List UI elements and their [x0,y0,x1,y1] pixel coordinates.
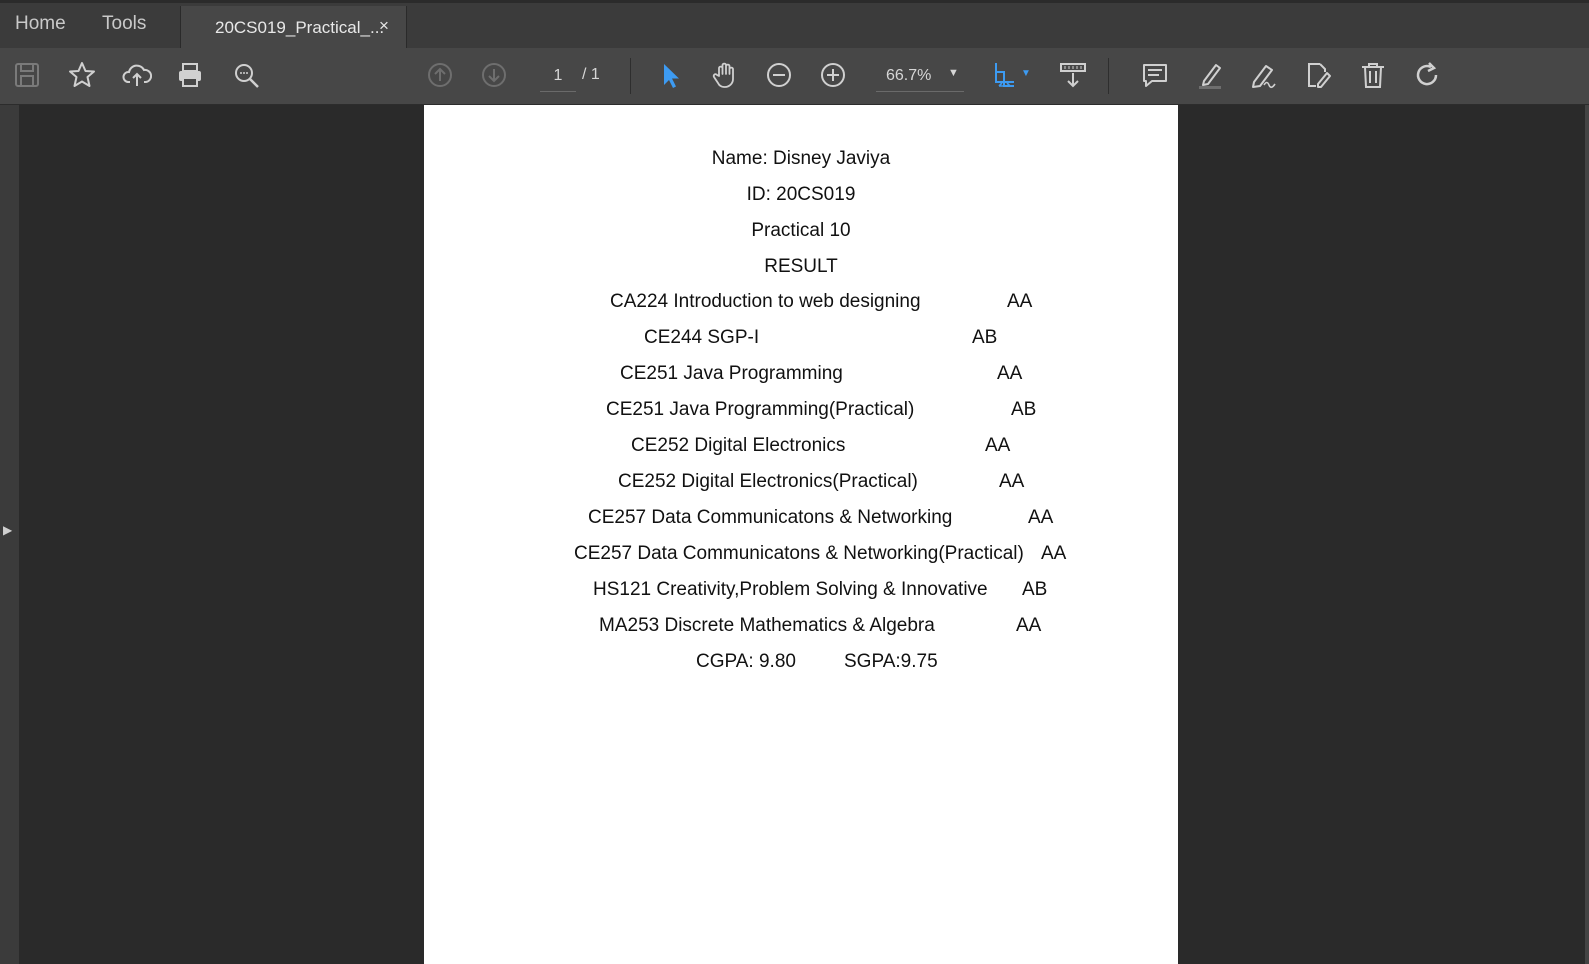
sign-icon[interactable] [1247,58,1281,92]
prev-page-icon[interactable] [423,58,457,92]
practical-title: Practical 10 [751,220,851,241]
course-grade: AA [1041,543,1067,564]
tab-home[interactable]: Home [15,13,66,35]
scroll-mode-icon[interactable] [1056,58,1090,92]
chevron-down-icon: ▼ [948,67,959,79]
comment-icon[interactable] [1138,58,1172,92]
expand-panel-icon[interactable]: ▶ [3,523,12,537]
course-name: CE257 Data Communicatons & Networking [588,507,953,528]
toolbar-divider [630,58,631,94]
zoom-out-icon[interactable] [762,58,796,92]
course-name: CE257 Data Communicatons & Networking(Pr… [574,543,1024,564]
page-total: / 1 [582,66,600,83]
student-id: ID: 20CS019 [746,184,856,205]
delete-icon[interactable] [1356,58,1390,92]
right-panel-rail [1585,105,1589,964]
page-number-input[interactable]: 1 [540,61,576,92]
tab-tools[interactable]: Tools [102,13,146,35]
close-tab-icon[interactable]: × [379,16,389,36]
course-name: CE251 Java Programming(Practical) [606,399,915,420]
print-icon[interactable] [173,58,207,92]
document-tab-label: 20CS019_Practical_... [215,18,385,37]
toolbar-divider [1108,58,1109,94]
bookmark-star-icon[interactable] [65,58,99,92]
student-name: Name: Disney Javiya [711,148,891,169]
zoom-level-select[interactable]: 66.7% ▼ [876,61,964,92]
select-cursor-icon[interactable] [653,58,687,92]
zoom-search-icon[interactable] [229,58,263,92]
tab-bar: Home Tools 20CS019_Practical_... × [0,0,1589,51]
fit-page-icon[interactable] [988,58,1022,92]
hand-icon[interactable] [708,58,742,92]
course-grade: AA [985,435,1011,456]
course-name: CA224 Introduction to web designing [610,291,921,312]
highlight-icon[interactable] [1193,58,1227,92]
result-heading: RESULT [764,256,838,277]
course-grade: AA [997,363,1023,384]
sgpa-value: SGPA:9.75 [844,651,938,672]
course-name: CE251 Java Programming [620,363,843,384]
left-panel-rail[interactable]: ▶ [0,105,19,964]
course-name: HS121 Creativity,Problem Solving & Innov… [593,579,988,600]
save-icon[interactable] [10,58,44,92]
tab-document[interactable]: 20CS019_Practical_... × [180,6,407,51]
course-name: CE252 Digital Electronics(Practical) [618,471,918,492]
fit-page-dropdown-icon[interactable]: ▼ [1021,68,1031,79]
course-name: MA253 Discrete Mathematics & Algebra [599,615,935,636]
zoom-level-value: 66.7% [886,67,932,84]
course-name: CE244 SGP-I [644,327,760,348]
upload-cloud-icon[interactable] [120,58,154,92]
edit-pdf-icon[interactable] [1301,58,1335,92]
next-page-icon[interactable] [477,58,511,92]
toolbar: 1 / 1 66.7% ▼ ▼ [0,48,1589,105]
course-grade: AB [1022,579,1048,600]
course-name: CE252 Digital Electronics [631,435,846,456]
course-grade: AB [1011,399,1037,420]
pdf-page: Name: Disney Javiya ID: 20CS019 Practica… [424,105,1178,964]
course-grade: AA [1007,291,1033,312]
cgpa-value: CGPA: 9.80 [696,651,796,672]
course-grade: AA [999,471,1025,492]
zoom-in-icon[interactable] [816,58,850,92]
course-grade: AB [972,327,998,348]
course-grade: AA [1028,507,1054,528]
course-grade: AA [1016,615,1042,636]
rotate-icon[interactable] [1410,58,1444,92]
